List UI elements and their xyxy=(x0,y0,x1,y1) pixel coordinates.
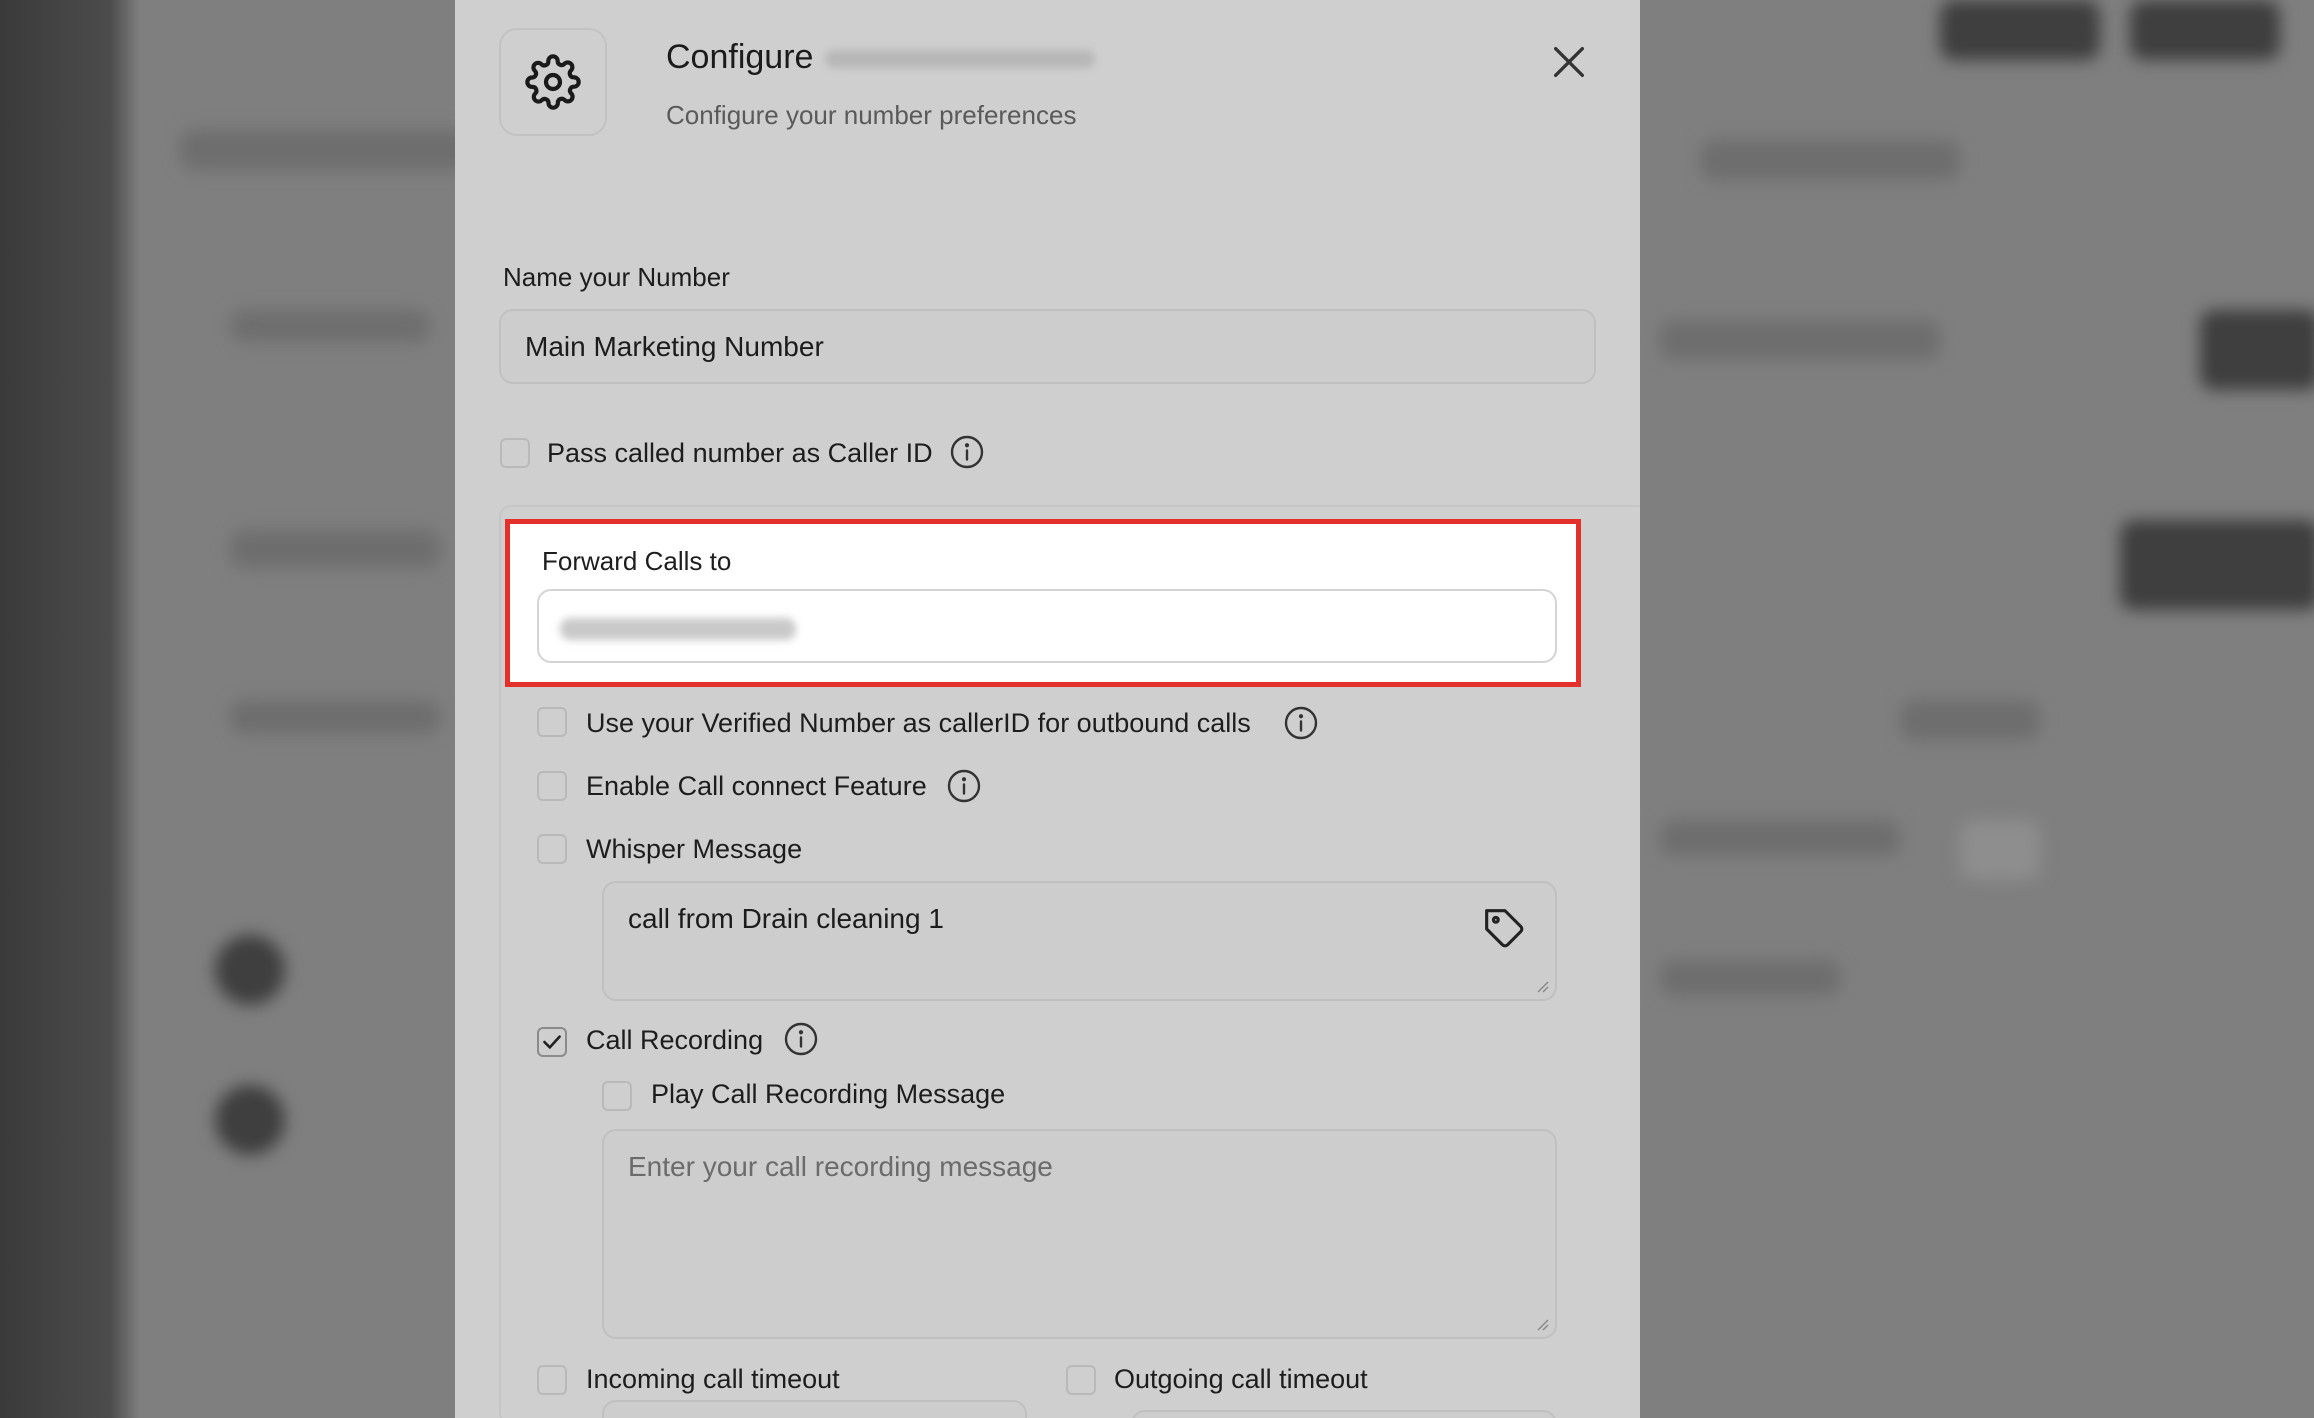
background-blur-shape xyxy=(1660,320,1940,360)
modal-subtitle: Configure your number preferences xyxy=(666,100,1077,130)
whisper-message-label: Whisper Message xyxy=(586,834,803,864)
configure-modal: Configure Configure your number preferen… xyxy=(455,0,1640,1418)
call-recording-checkbox[interactable] xyxy=(537,1027,567,1057)
whisper-message-checkbox[interactable] xyxy=(537,834,567,864)
background-blur-shape xyxy=(230,530,440,568)
recording-message-placeholder: Enter your call recording message xyxy=(628,1151,1053,1182)
background-blur-shape xyxy=(180,130,480,170)
number-name-input[interactable]: Main Marketing Number xyxy=(499,309,1596,384)
play-recording-checkbox[interactable] xyxy=(602,1081,632,1111)
incoming-timeout-checkbox[interactable] xyxy=(537,1365,567,1395)
outgoing-timeout-label: Outgoing call timeout xyxy=(1114,1364,1368,1394)
verified-number-checkbox[interactable] xyxy=(537,707,567,737)
caller-id-label: Pass called number as Caller ID xyxy=(547,438,933,468)
background-blur-shape xyxy=(1960,820,2040,880)
name-number-label: Name your Number xyxy=(503,262,730,292)
call-recording-label: Call Recording xyxy=(586,1025,764,1055)
tag-icon[interactable] xyxy=(1483,907,1527,951)
background-blur-shape xyxy=(2200,310,2314,390)
redacted-phone-number xyxy=(825,50,1095,68)
verified-number-label: Use your Verified Number as callerID for… xyxy=(586,708,1251,738)
play-recording-label: Play Call Recording Message xyxy=(651,1079,1006,1109)
background-blur-shape xyxy=(1660,820,1900,856)
background-blur-shape xyxy=(1900,700,2040,740)
recording-message-textarea[interactable]: Enter your call recording message xyxy=(602,1129,1557,1339)
background-blur-shape xyxy=(2130,0,2280,60)
background-blur-shape xyxy=(230,700,440,734)
incoming-timeout-input[interactable] xyxy=(602,1400,1027,1418)
gear-icon xyxy=(525,54,581,110)
outgoing-timeout-input[interactable] xyxy=(1131,1410,1557,1418)
info-icon[interactable] xyxy=(1283,705,1319,741)
whisper-message-text: call from Drain cleaning 1 xyxy=(628,903,944,934)
background-blur-shape xyxy=(1660,960,1840,996)
background-blur-shape xyxy=(1940,0,2100,60)
resize-handle-icon[interactable] xyxy=(1535,1317,1549,1331)
background-blur-shape xyxy=(215,1085,285,1155)
redacted-forward-number xyxy=(560,618,796,640)
settings-icon-container xyxy=(499,28,607,136)
outgoing-timeout-checkbox[interactable] xyxy=(1066,1365,1096,1395)
close-icon[interactable] xyxy=(1549,42,1589,82)
check-icon xyxy=(543,1035,561,1049)
whisper-message-textarea[interactable]: call from Drain cleaning 1 xyxy=(602,881,1557,1001)
background-blur-shape xyxy=(230,310,430,342)
background-blur-shape xyxy=(1700,140,1960,180)
resize-handle-icon[interactable] xyxy=(1535,979,1549,993)
background-blur-shape xyxy=(2120,520,2314,610)
call-connect-label: Enable Call connect Feature xyxy=(586,771,927,801)
info-icon[interactable] xyxy=(946,768,982,804)
forward-calls-label: Forward Calls to xyxy=(542,546,732,576)
info-icon[interactable] xyxy=(783,1021,819,1057)
caller-id-checkbox[interactable] xyxy=(500,438,530,468)
incoming-timeout-label: Incoming call timeout xyxy=(586,1364,840,1394)
modal-title: Configure xyxy=(666,38,814,76)
info-icon[interactable] xyxy=(949,434,985,470)
background-blur-shape xyxy=(215,935,285,1005)
call-connect-checkbox[interactable] xyxy=(537,771,567,801)
